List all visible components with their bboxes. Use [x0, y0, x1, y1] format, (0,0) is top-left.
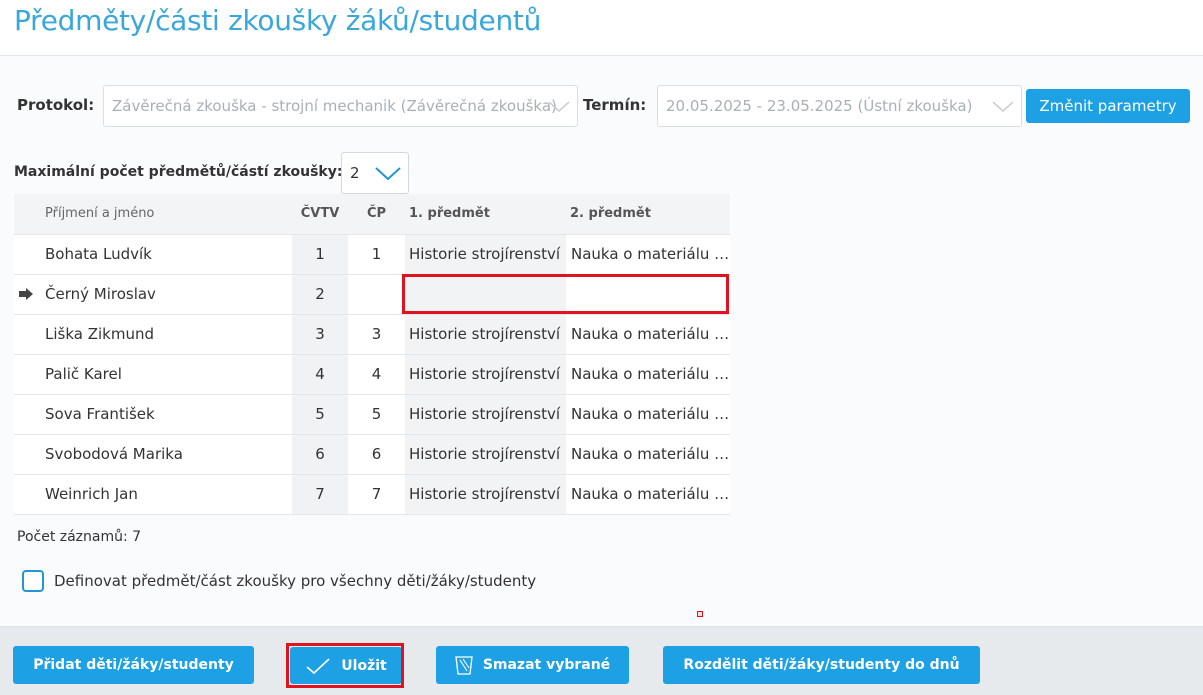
arrow-right-icon: [19, 287, 33, 300]
protokol-value: Závěrečná zkouška - strojní mechanik (Zá…: [112, 97, 557, 115]
save-button[interactable]: Uložit: [290, 647, 402, 684]
cell-name: Liška Zikmund: [14, 314, 292, 355]
cell-subject-1[interactable]: Historie strojírenství: [405, 234, 566, 275]
highlight-marker: [697, 611, 703, 617]
cell-subject-2[interactable]: Nauka o materiálu a technologii: [566, 394, 730, 435]
cell-cvtv: 2: [292, 274, 348, 315]
cell-subject-1[interactable]: Historie strojírenství: [405, 394, 566, 435]
cell-cvtv: 7: [292, 474, 348, 515]
cell-cp[interactable]: [348, 274, 405, 315]
add-students-button[interactable]: Přidat děti/žáky/studenty: [13, 646, 254, 684]
cell-subject-1[interactable]: [405, 274, 566, 315]
define-all-checkbox[interactable]: [22, 570, 44, 592]
cell-subject-2[interactable]: Nauka o materiálu a technologii: [566, 234, 730, 275]
split-into-days-button[interactable]: Rozdělit děti/žáky/studenty do dnů: [663, 646, 980, 684]
max-count-select[interactable]: 2: [341, 152, 409, 194]
delete-selected-button[interactable]: Smazat vybrané: [436, 646, 629, 684]
protokol-label: Protokol:: [17, 96, 95, 114]
column-header-name[interactable]: Příjmení a jméno: [14, 194, 292, 235]
table-header: Příjmení a jméno ČVTV ČP 1. předmět 2. p…: [14, 194, 730, 235]
cell-cp[interactable]: 4: [348, 354, 405, 395]
table-row[interactable]: Bohata Ludvík 1 1 Historie strojírenství…: [14, 234, 730, 275]
column-header-cvtv[interactable]: ČVTV: [292, 194, 348, 235]
column-header-subject-2[interactable]: 2. předmět: [566, 194, 730, 235]
page: Předměty/části zkoušky žáků/studentů Pro…: [0, 0, 1203, 695]
define-all-label[interactable]: Definovat předmět/část zkoušky pro všech…: [54, 572, 536, 590]
change-parameters-button[interactable]: Změnit parametry: [1026, 89, 1190, 123]
protokol-select[interactable]: Závěrečná zkouška - strojní mechanik (Zá…: [103, 85, 578, 127]
table-row[interactable]: Weinrich Jan 7 7 Historie strojírenství …: [14, 474, 730, 515]
cell-cvtv: 4: [292, 354, 348, 395]
termin-select[interactable]: 20.05.2025 - 23.05.2025 (Ústní zkouška): [657, 85, 1022, 127]
chevron-down-icon: [375, 167, 401, 181]
cell-name: Sova František: [14, 394, 292, 435]
cell-subject-2[interactable]: Nauka o materiálu a technologii: [566, 474, 730, 515]
checkmark-icon: [306, 657, 330, 674]
record-count: Počet záznamů: 7: [17, 529, 142, 545]
termin-label: Termín:: [583, 96, 647, 114]
cell-name: Černý Miroslav: [14, 274, 292, 315]
cell-cvtv: 6: [292, 434, 348, 475]
delete-selected-label: Smazat vybrané: [482, 657, 611, 673]
cell-subject-2[interactable]: [566, 274, 730, 315]
page-title: Předměty/části zkoušky žáků/studentů: [14, 4, 542, 37]
cell-cvtv: 5: [292, 394, 348, 435]
chevron-down-icon: [548, 101, 570, 113]
cell-name: Weinrich Jan: [14, 474, 292, 515]
column-header-subject-1[interactable]: 1. předmět: [405, 194, 566, 235]
cell-name: Bohata Ludvík: [14, 234, 292, 275]
trash-icon: [455, 656, 473, 675]
cell-cp[interactable]: 6: [348, 434, 405, 475]
cell-cp[interactable]: 1: [348, 234, 405, 275]
table-row[interactable]: Sova František 5 5 Historie strojírenstv…: [14, 394, 730, 435]
cell-name-text: Černý Miroslav: [45, 285, 156, 303]
chevron-down-icon: [992, 101, 1014, 113]
cell-cvtv: 3: [292, 314, 348, 355]
save-button-label: Uložit: [341, 657, 387, 674]
cell-cp[interactable]: 7: [348, 474, 405, 515]
cell-name: Palič Karel: [14, 354, 292, 395]
table-row-current[interactable]: Černý Miroslav 2: [14, 274, 730, 315]
cell-cvtv: 1: [292, 234, 348, 275]
title-bar: Předměty/části zkoušky žáků/studentů: [0, 0, 1203, 56]
cell-subject-2[interactable]: Nauka o materiálu a technologii: [566, 354, 730, 395]
table-row[interactable]: Palič Karel 4 4 Historie strojírenství N…: [14, 354, 730, 395]
termin-value: 20.05.2025 - 23.05.2025 (Ústní zkouška): [666, 97, 973, 115]
max-count-label: Maximální počet předmětů/částí zkoušky:: [14, 164, 343, 180]
cell-subject-2[interactable]: Nauka o materiálu a technologii: [566, 434, 730, 475]
column-header-cp[interactable]: ČP: [348, 194, 405, 235]
cell-subject-1[interactable]: Historie strojírenství: [405, 434, 566, 475]
cell-cp[interactable]: 5: [348, 394, 405, 435]
table-row[interactable]: Svobodová Marika 6 6 Historie strojírens…: [14, 434, 730, 475]
cell-subject-1[interactable]: Historie strojírenství: [405, 354, 566, 395]
cell-subject-1[interactable]: Historie strojírenství: [405, 474, 566, 515]
students-table: Příjmení a jméno ČVTV ČP 1. předmět 2. p…: [14, 194, 730, 515]
cell-subject-1[interactable]: Historie strojírenství: [405, 314, 566, 355]
table-row[interactable]: Liška Zikmund 3 3 Historie strojírenství…: [14, 314, 730, 355]
cell-cp[interactable]: 3: [348, 314, 405, 355]
cell-name: Svobodová Marika: [14, 434, 292, 475]
cell-subject-2[interactable]: Nauka o materiálu a technologii: [566, 314, 730, 355]
max-count-value: 2: [350, 164, 360, 182]
